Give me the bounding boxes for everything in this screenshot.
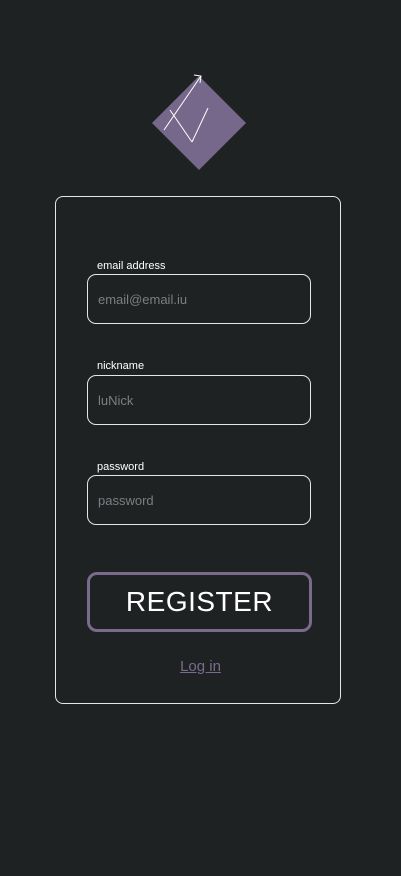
nickname-label: nickname	[97, 360, 145, 372]
email-label: email address	[97, 260, 166, 272]
nickname-field[interactable]	[87, 375, 311, 425]
password-label: password	[97, 461, 145, 473]
login-link[interactable]: Log in	[0, 658, 401, 675]
app-logo	[150, 74, 248, 170]
diamond-logo-icon	[152, 74, 246, 170]
password-field[interactable]	[87, 475, 311, 525]
email-field[interactable]	[87, 274, 311, 324]
register-button[interactable]: REGISTER	[87, 572, 312, 632]
